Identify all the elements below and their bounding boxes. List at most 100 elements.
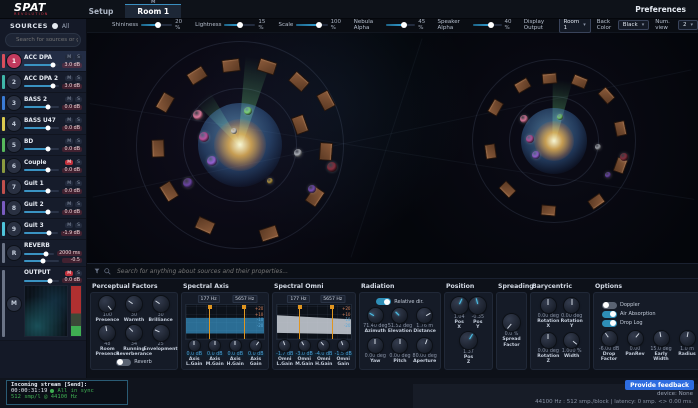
volume-slider[interactable] [24,148,59,150]
knob-omni-m-gain[interactable]: -3.0 dBOmni M.Gain [295,340,315,367]
knob-axis-gain[interactable]: 0.0 dBAxis Gain [246,340,267,367]
knob-omni-h-gain[interactable]: -4.0 dBOmni H.Gain [314,340,334,367]
source-sphere[interactable] [267,178,273,184]
speaker-box[interactable] [484,143,497,159]
knob-omni-gain[interactable]: -1.5 dBOmni Gain [334,340,354,367]
source-number-badge[interactable]: 3 [7,96,21,110]
solo-button[interactable]: S [75,139,82,144]
source-number-badge[interactable]: 5 [7,138,21,152]
knob-omni-l-gain[interactable]: -1.7 dBOmni L.Gain [275,340,295,367]
mute-button[interactable]: M [65,181,73,186]
mute-button[interactable]: M [65,202,73,207]
knob-axis-l-gain[interactable]: 0.0 dBAxis L.Gain [184,340,205,367]
solo-button[interactable]: S [75,202,82,207]
source-item-bass-u47[interactable]: 4BASS U47MS0.0 dB [0,114,86,135]
slider-thumb[interactable] [41,258,46,263]
source-sphere[interactable] [595,144,601,150]
knob-dial[interactable] [417,338,432,353]
source-number-badge[interactable]: 7 [7,180,21,194]
knob-yaw[interactable]: 0.00 degYaw [364,338,387,364]
slider-thumb[interactable] [48,278,53,283]
slider-thumb[interactable] [45,189,50,194]
solo-button[interactable]: S [75,55,82,60]
knob-dial[interactable] [126,325,142,341]
toggle-relative-dir[interactable]: Relative dir. [376,298,424,305]
source-item-reverb[interactable]: RREVERB2000 ms-0.5 [0,240,86,267]
knob-distance[interactable]: 1.76 mDistance [413,308,436,334]
slider-thumb[interactable] [50,84,55,89]
knob-dial[interactable] [392,338,407,353]
knob-dial[interactable] [469,297,486,314]
volume-slider[interactable] [24,127,59,129]
source-number-badge[interactable]: 1 [7,54,21,68]
scene-view-1[interactable] [136,41,344,249]
knob-dial[interactable] [299,340,310,351]
toolbar-slider-speaker-alpha[interactable]: Speaker Alpha40 % [438,19,518,31]
knob-dial[interactable] [564,298,579,313]
speaker-box[interactable] [319,143,333,162]
toolbar-slider-shininess[interactable]: Shininess20 % [112,19,189,31]
eq-frequency-value[interactable]: 5657 Hz [320,295,345,303]
knob-dial[interactable] [564,333,579,348]
knob-dial[interactable] [460,332,477,349]
slider-thumb[interactable] [50,63,55,68]
speaker-box[interactable] [541,72,557,84]
knob-dial[interactable] [99,325,115,341]
knob-dial[interactable] [602,331,617,346]
eq-graph[interactable]: +20+10-10-20 [276,304,353,340]
knob-spread-factor[interactable]: 0.0 %Spread Factor [508,314,516,347]
volume-slider[interactable] [24,169,59,171]
tab-room-1[interactable]: MRoom 1 [125,4,181,18]
knob-dial[interactable] [541,298,556,313]
volume-slider[interactable] [24,280,59,282]
knob-drop-factor[interactable]: -6.00 dBDrop Factor [596,331,622,362]
source-sphere[interactable] [231,128,237,134]
scene-3d[interactable] [86,33,698,263]
knob-dial[interactable] [209,340,220,351]
source-item-guit-3[interactable]: 9Guit 3MS-1.9 dB [0,219,86,240]
knob-rotation-z[interactable]: 0.00 degRotation Z [540,333,556,364]
tab-setup[interactable]: Setup [77,5,126,18]
sources-search-input[interactable] [14,36,80,44]
source-sphere[interactable] [244,107,252,115]
volume-slider[interactable] [24,211,59,213]
source-item-guit-2[interactable]: 8Guit 2MS0.0 dB [0,198,86,219]
toggle-pill[interactable] [116,359,131,366]
knob-dial[interactable] [541,333,556,348]
properties-search[interactable] [86,264,698,279]
slider-thumb[interactable] [45,168,50,173]
knob-warmth[interactable]: 30Warmth [122,296,147,323]
sources-toggle-dot[interactable] [52,23,58,29]
knob-dial[interactable] [99,296,115,312]
source-item-couple[interactable]: 6CoupleMS0.0 dB [0,156,86,177]
solo-button[interactable]: S [75,118,82,123]
source-sphere[interactable] [605,172,611,178]
solo-button[interactable]: S [75,223,82,228]
eq-frequency-value[interactable]: 5657 Hz [232,295,257,303]
knob-pos-y[interactable]: -0.35Pos Y [471,297,484,330]
speaker-box[interactable] [541,204,557,216]
slider-track[interactable] [473,24,502,26]
mute-button[interactable]: M [65,139,73,144]
source-number-badge[interactable]: M [7,297,21,311]
slider-thumb[interactable] [43,251,48,256]
toggle-pill[interactable] [602,311,617,318]
knob-dial[interactable] [189,340,200,351]
source-item-output[interactable]: MOUTPUTMS0.0 dB [0,267,86,341]
toggle-doppler[interactable]: Doppler [602,302,640,309]
volume-slider[interactable] [24,190,59,192]
slider-thumb[interactable] [45,147,50,152]
eq-band-marker[interactable] [244,305,245,339]
volume-slider[interactable] [24,232,58,234]
knob-early-width[interactable]: 15.0 degEarly Width [648,331,674,362]
sources-filter-all[interactable]: All [62,23,69,30]
slider-thumb[interactable] [45,105,50,110]
knob-brilliance[interactable]: 30Brilliance [148,296,173,323]
toggle-air-absorption[interactable]: Air Absorption [602,311,656,318]
slider-thumb[interactable] [47,231,52,236]
eq-frequency-value[interactable]: 177 Hz [198,295,220,303]
knob-axis-m-gain[interactable]: 0.0 dBAxis M.Gain [205,340,226,367]
volume-slider[interactable] [24,106,59,108]
knob-dial[interactable] [230,340,241,351]
mute-button[interactable]: M [65,271,73,276]
